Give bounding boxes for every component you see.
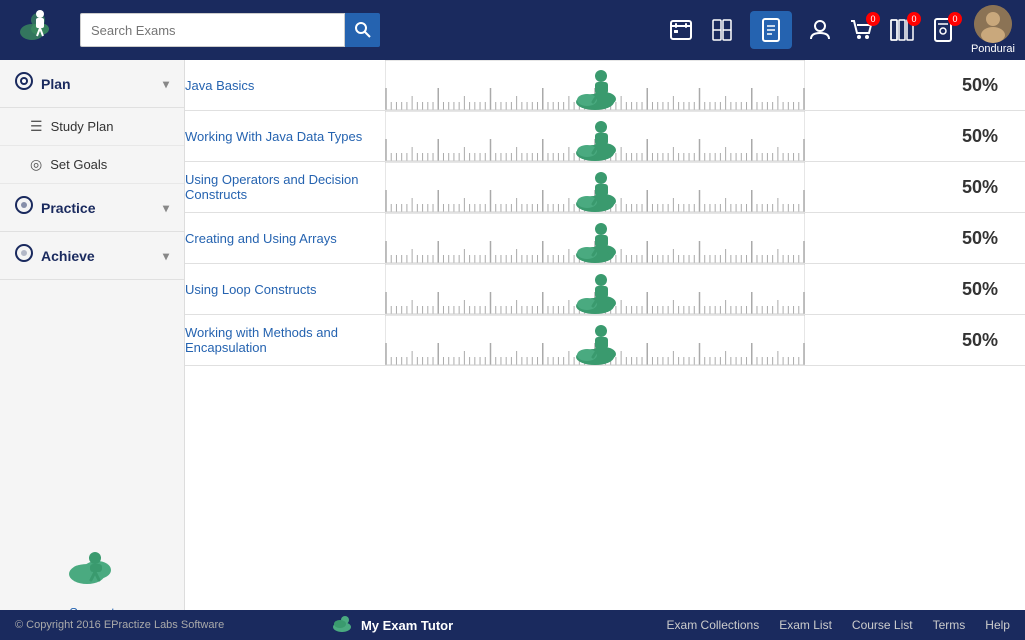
logo-icon — [18, 4, 63, 57]
study-plan-label: Study Plan — [51, 119, 114, 134]
plan-chevron: ▾ — [163, 77, 169, 91]
progress-cell — [385, 264, 935, 315]
topic-link[interactable]: Working with Methods and Encapsulation — [185, 325, 338, 355]
layout: Plan ▾ ☰ Study Plan ◎ Set Goals Practice… — [0, 60, 1025, 640]
profile-icon-btn[interactable] — [668, 17, 694, 43]
footer-brand: My Exam Tutor — [361, 618, 453, 633]
sidebar-item-set-goals[interactable]: ◎ Set Goals — [0, 146, 184, 184]
study-plan-icon: ☰ — [30, 118, 43, 135]
set-goals-icon: ◎ — [30, 156, 42, 173]
topic-link[interactable]: Java Basics — [185, 78, 254, 93]
practice-chevron: ▾ — [163, 201, 169, 215]
practice-icon — [15, 196, 33, 219]
topic-cell: Using Loop Constructs — [185, 264, 385, 315]
score-cell: 50% — [935, 162, 1025, 213]
progress-cell — [385, 111, 935, 162]
score-cell: 50% — [935, 315, 1025, 366]
achieve-chevron: ▾ — [163, 249, 169, 263]
sidebar-item-practice[interactable]: Practice ▾ — [0, 184, 184, 232]
app-header: 0 0 0 — [0, 0, 1025, 60]
footer-link[interactable]: Exam List — [779, 618, 832, 632]
pages-icon-btn[interactable]: 0 — [889, 17, 915, 43]
topic-link[interactable]: Creating and Using Arrays — [185, 231, 337, 246]
practice-label: Practice — [41, 200, 95, 216]
cart-icon-btn[interactable]: 0 — [848, 17, 874, 43]
topic-link[interactable]: Using Operators and Decision Constructs — [185, 172, 358, 202]
plan-label: Plan — [41, 76, 71, 92]
footer-link[interactable]: Exam Collections — [667, 618, 760, 632]
main-content: Java Basics50%Working With Java Data Typ… — [185, 60, 1025, 640]
footer-link[interactable]: Terms — [933, 618, 966, 632]
footer-logo-icon — [331, 611, 353, 639]
support-icon — [65, 536, 120, 600]
sidebar-item-plan[interactable]: Plan ▾ — [0, 60, 184, 108]
achieve-icon — [15, 244, 33, 267]
copyright: © Copyright 2016 EPractize Labs Software — [15, 619, 224, 631]
table-row: Working with Methods and Encapsulation 50… — [185, 315, 1025, 366]
search-container — [80, 13, 380, 47]
search-button[interactable] — [345, 13, 380, 47]
document-icon-btn[interactable] — [750, 11, 792, 49]
user-icon-btn[interactable] — [807, 17, 833, 43]
user-area[interactable]: Pondurai — [971, 5, 1015, 55]
table-row: Using Loop Constructs 50% — [185, 264, 1025, 315]
score-cell: 50% — [935, 213, 1025, 264]
book-icon-btn[interactable] — [709, 17, 735, 43]
progress-cell — [385, 315, 935, 366]
topic-cell: Creating and Using Arrays — [185, 213, 385, 264]
table-row: Working With Java Data Types 50% — [185, 111, 1025, 162]
sidebar-item-study-plan[interactable]: ☰ Study Plan — [0, 108, 184, 146]
table-row: Using Operators and Decision Constructs 5… — [185, 162, 1025, 213]
score-cell: 50% — [935, 60, 1025, 111]
topic-link[interactable]: Using Loop Constructs — [185, 282, 317, 297]
pages-badge: 0 — [907, 12, 921, 26]
topic-cell: Using Operators and Decision Constructs — [185, 162, 385, 213]
logo — [10, 5, 70, 55]
topic-link[interactable]: Working With Java Data Types — [185, 129, 362, 144]
footer-links: Exam Collections Exam List Course List Term… — [667, 618, 1010, 632]
progress-cell — [385, 162, 935, 213]
topic-cell: Working With Java Data Types — [185, 111, 385, 162]
username: Pondurai — [971, 43, 1015, 55]
progress-cell — [385, 213, 935, 264]
set-goals-label: Set Goals — [50, 157, 107, 172]
plan-icon — [15, 72, 33, 95]
topic-cell: Working with Methods and Encapsulation — [185, 315, 385, 366]
achieve-label: Achieve — [41, 248, 95, 264]
document2-icon-btn[interactable]: 0 — [930, 17, 956, 43]
progress-cell — [385, 60, 935, 111]
document2-badge: 0 — [948, 12, 962, 26]
search-input[interactable] — [80, 13, 345, 47]
table-row: Creating and Using Arrays 50% — [185, 213, 1025, 264]
score-cell: 50% — [935, 111, 1025, 162]
sidebar-item-achieve[interactable]: Achieve ▾ — [0, 232, 184, 280]
score-cell: 50% — [935, 264, 1025, 315]
footer-link[interactable]: Help — [985, 618, 1010, 632]
topic-cell: Java Basics — [185, 60, 385, 111]
header-icons: 0 0 0 — [668, 5, 1015, 55]
sidebar: Plan ▾ ☰ Study Plan ◎ Set Goals Practice… — [0, 60, 185, 640]
table-row: Java Basics 50% — [185, 60, 1025, 111]
avatar — [974, 5, 1012, 43]
cart-badge: 0 — [866, 12, 880, 26]
footer-link[interactable]: Course List — [852, 618, 913, 632]
app-footer: © Copyright 2016 EPractize Labs Software… — [0, 610, 1025, 640]
footer-brand-area: My Exam Tutor — [331, 611, 453, 639]
study-table: Java Basics50%Working With Java Data Typ… — [185, 60, 1025, 366]
